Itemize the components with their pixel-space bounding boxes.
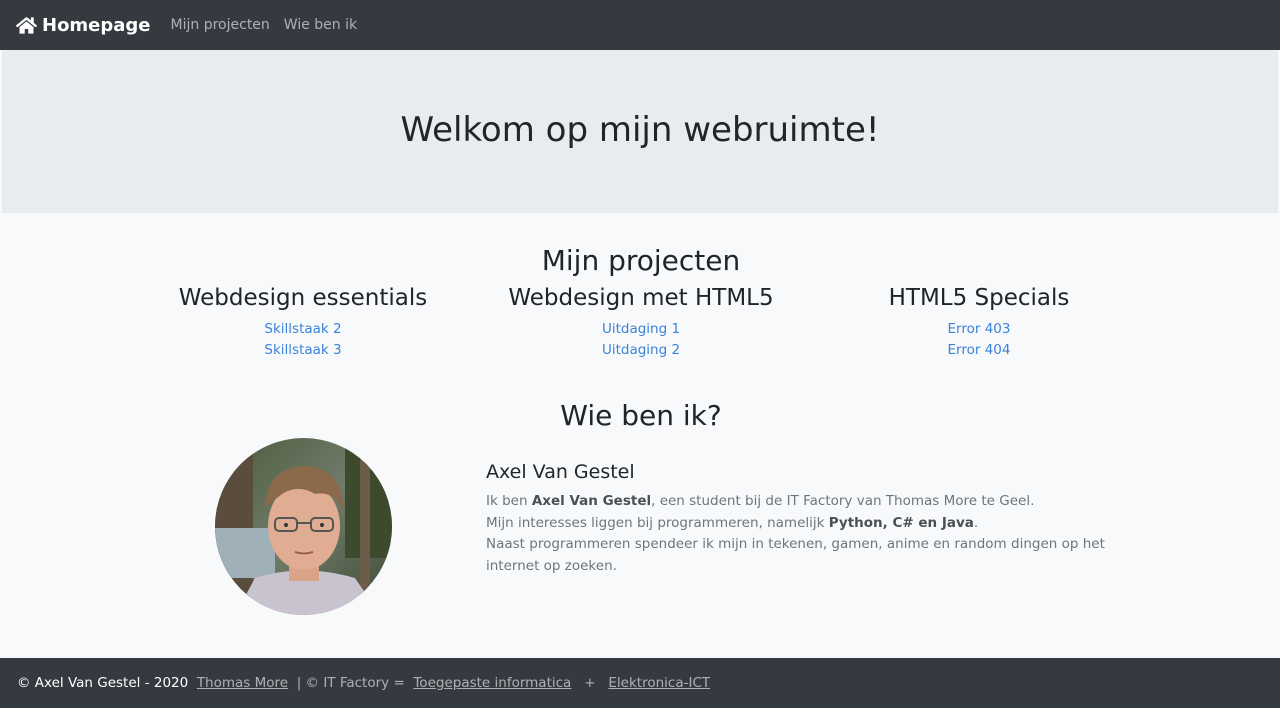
project-link-uitdaging-1[interactable]: Uitdaging 1 xyxy=(490,319,792,340)
jumbotron: Welkom op mijn webruimte! xyxy=(2,50,1278,213)
project-column-title: Webdesign met HTML5 xyxy=(508,285,774,311)
bio-text: Ik ben Axel Van Gestel, een student bij … xyxy=(486,491,1146,577)
project-column-html5-specials: HTML5 Specials Error 403 Error 404 xyxy=(838,285,1120,361)
project-link-error-403[interactable]: Error 403 xyxy=(838,319,1120,340)
brand-label: Homepage xyxy=(42,14,151,36)
bio-section: Axel Van Gestel Ik ben Axel Van Gestel, … xyxy=(486,461,1146,577)
footer-link-elektronica-ict[interactable]: Elektronica-ICT xyxy=(608,675,710,691)
projects-heading: Mijn projecten xyxy=(541,244,741,277)
footer-it-factory: | © IT Factory = xyxy=(296,675,405,691)
bio-line3: Naast programmeren spendeer ik mijn in t… xyxy=(486,536,1105,574)
footer-copyright: © Axel Van Gestel - 2020 xyxy=(17,675,189,691)
bio-line1-bold: Axel Van Gestel xyxy=(531,493,652,509)
bio-line2-post: . xyxy=(973,514,979,531)
bio-name: Axel Van Gestel xyxy=(486,461,635,483)
bio-line2-pre: Mijn interesses liggen bij programmeren,… xyxy=(486,514,829,531)
footer-plus: + xyxy=(584,675,596,691)
avatar xyxy=(215,438,392,615)
brand-link[interactable]: Homepage xyxy=(16,15,151,36)
project-column-webdesign-html5: Webdesign met HTML5 Uitdaging 1 Uitdagin… xyxy=(490,285,792,361)
bio-line1-post: , een student bij de IT Factory van Thom… xyxy=(651,493,1035,509)
project-link-error-404[interactable]: Error 404 xyxy=(838,340,1120,361)
footer-link-toegepaste-informatica[interactable]: Toegepaste informatica xyxy=(413,675,571,691)
bio-line1-pre: Ik ben xyxy=(486,493,532,509)
bio-line2-bold: Python, C# en Java xyxy=(828,514,974,531)
about-heading: Wie ben ik? xyxy=(560,399,722,432)
project-link-skillstaak-3[interactable]: Skillstaak 3 xyxy=(153,340,453,361)
footer-link-thomas-more[interactable]: Thomas More xyxy=(197,675,288,691)
nav-link-wie-ben-ik[interactable]: Wie ben ik xyxy=(284,17,357,33)
nav-link-projecten[interactable]: Mijn projecten xyxy=(171,17,270,33)
footer: © Axel Van Gestel - 2020 Thomas More | ©… xyxy=(0,658,1280,708)
page-title: Welkom op mijn webruimte! xyxy=(400,109,880,150)
home-icon xyxy=(16,16,37,34)
project-column-webdesign-essentials: Webdesign essentials Skillstaak 2 Skills… xyxy=(153,285,453,361)
project-link-skillstaak-2[interactable]: Skillstaak 2 xyxy=(153,319,453,340)
navbar: Homepage Mijn projecten Wie ben ik xyxy=(0,0,1280,50)
project-link-uitdaging-2[interactable]: Uitdaging 2 xyxy=(490,340,792,361)
project-column-title: Webdesign essentials xyxy=(178,285,428,311)
project-column-title: HTML5 Specials xyxy=(888,285,1070,311)
